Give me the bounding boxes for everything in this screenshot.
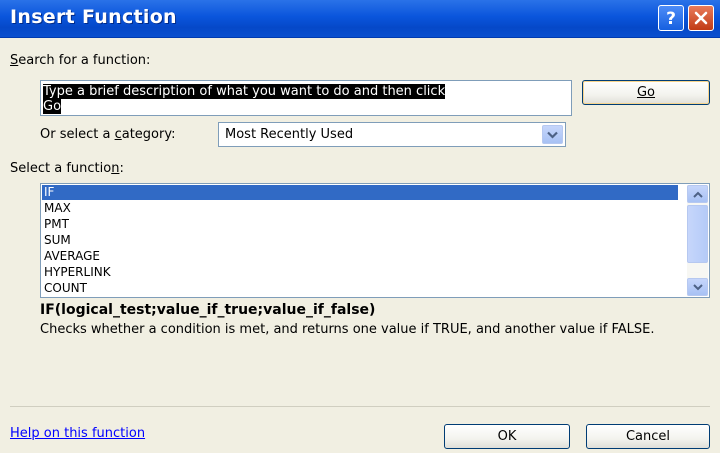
go-button[interactable]: Go — [582, 80, 710, 105]
svg-text:?: ? — [666, 9, 676, 27]
list-item[interactable]: AVERAGE — [42, 249, 100, 264]
function-signature: IF(logical_test;value_if_true;value_if_f… — [40, 302, 376, 318]
title-bar[interactable]: Insert Function ? — [0, 0, 720, 38]
chevron-down-icon — [547, 131, 558, 139]
category-dropdown-button[interactable] — [542, 125, 563, 144]
scroll-up-button[interactable] — [687, 185, 708, 203]
help-button[interactable]: ? — [658, 5, 684, 31]
list-item[interactable]: COUNT — [42, 281, 87, 296]
category-label: Or select a category: — [40, 127, 176, 142]
question-mark-icon: ? — [666, 9, 676, 27]
scroll-thumb[interactable] — [687, 205, 708, 263]
cancel-button[interactable]: Cancel — [586, 424, 710, 449]
close-x-icon — [694, 11, 708, 25]
search-input-text: Type a brief description of what you wan… — [43, 84, 446, 114]
list-item[interactable]: IF — [42, 185, 678, 200]
list-item[interactable]: SUM — [42, 233, 71, 248]
chevron-up-icon — [692, 191, 703, 198]
search-label: Search for a function: — [10, 53, 151, 68]
category-selected-value: Most Recently Used — [225, 127, 354, 142]
scroll-down-button[interactable] — [687, 278, 708, 296]
help-on-function-link[interactable]: Help on this function — [10, 426, 145, 441]
insert-function-dialog: Insert Function ? Search for a function:… — [0, 0, 720, 453]
list-item[interactable]: PMT — [42, 217, 69, 232]
search-input[interactable]: Type a brief description of what you wan… — [40, 80, 572, 116]
ok-button[interactable]: OK — [444, 424, 570, 449]
close-button[interactable] — [688, 5, 714, 31]
list-item[interactable]: HYPERLINK — [42, 265, 111, 280]
list-item[interactable]: MAX — [42, 201, 71, 216]
select-function-label: Select a function: — [10, 161, 124, 176]
function-list[interactable]: IF MAX PMT SUM AVERAGE HYPERLINK COUNT — [40, 183, 710, 298]
chevron-down-icon — [692, 283, 703, 290]
window-title: Insert Function — [10, 6, 177, 28]
vertical-scrollbar[interactable] — [687, 185, 708, 296]
function-description: Checks whether a condition is met, and r… — [40, 322, 655, 337]
divider — [10, 406, 710, 407]
category-select[interactable]: Most Recently Used — [218, 122, 566, 147]
